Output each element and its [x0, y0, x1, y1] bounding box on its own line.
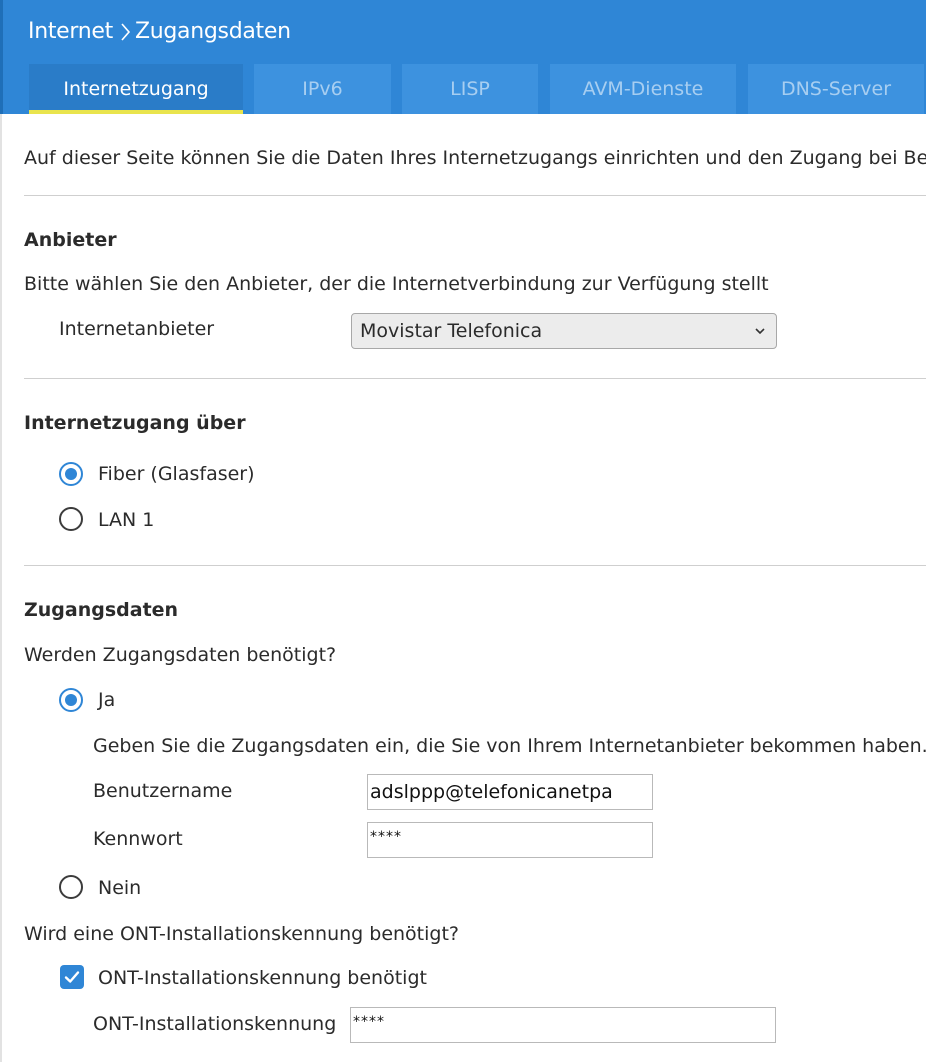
- provider-field-label: Internetanbieter: [59, 318, 215, 340]
- divider: [24, 195, 926, 196]
- section-heading-access: Internetzugang über: [24, 412, 246, 434]
- ont-field-label: ONT-Installationskennung: [93, 1013, 337, 1035]
- provider-select[interactable]: Movistar Telefonica: [351, 313, 777, 349]
- provider-select-value: Movistar Telefonica: [360, 320, 543, 342]
- radio-yes[interactable]: [59, 688, 83, 712]
- radio-yes-label: Ja: [98, 689, 116, 711]
- radio-fiber[interactable]: [59, 462, 83, 486]
- radio-lan1[interactable]: [59, 507, 83, 531]
- password-label: Kennwort: [93, 828, 183, 850]
- breadcrumb-current: Zugangsdaten: [134, 19, 291, 44]
- radio-no[interactable]: [59, 875, 83, 899]
- divider: [24, 565, 926, 566]
- tab-ipv6[interactable]: IPv6: [254, 64, 391, 114]
- breadcrumb-parent[interactable]: Internet: [28, 19, 113, 44]
- checkmark-icon: [64, 971, 80, 983]
- credentials-question: Werden Zugangsdaten benötigt?: [24, 644, 337, 666]
- radio-fiber-label: Fiber (Glasfaser): [98, 463, 255, 485]
- tab-dns-server[interactable]: DNS-Server: [748, 64, 924, 114]
- radio-lan1-label: LAN 1: [98, 509, 155, 531]
- credentials-hint: Geben Sie die Zugangsdaten ein, die Sie …: [93, 735, 926, 757]
- radio-no-label: Nein: [98, 877, 142, 899]
- section-heading-credentials: Zugangsdaten: [24, 599, 179, 621]
- provider-description: Bitte wählen Sie den Anbieter, der die I…: [24, 273, 769, 295]
- ont-input[interactable]: ****: [350, 1007, 776, 1043]
- tab-bar: Internetzugang IPv6 LISP: [29, 64, 549, 114]
- username-input[interactable]: adslppp@telefonicanetpa: [367, 774, 653, 810]
- intro-text: Auf dieser Seite können Sie die Daten Ih…: [24, 147, 926, 169]
- divider: [24, 378, 926, 379]
- section-heading-provider: Anbieter: [24, 229, 117, 251]
- page-header: Internet Zugangsdaten Internetzugang IPv…: [0, 0, 926, 114]
- main-content: [0, 114, 926, 1062]
- ont-question: Wird eine ONT-Installationskennung benöt…: [24, 923, 460, 945]
- ont-checkbox-label: ONT-Installationskennung benötigt: [98, 967, 427, 989]
- breadcrumb-chevron-icon: [121, 22, 131, 41]
- breadcrumb: Internet Zugangsdaten: [28, 19, 291, 44]
- tab-internetzugang[interactable]: Internetzugang: [29, 64, 243, 114]
- tab-avm-dienste[interactable]: AVM-Dienste: [550, 64, 736, 114]
- ont-required-checkbox[interactable]: [60, 965, 84, 989]
- password-input[interactable]: ****: [367, 822, 653, 858]
- chevron-down-icon: [755, 328, 765, 335]
- tab-lisp[interactable]: LISP: [402, 64, 538, 114]
- username-label: Benutzername: [93, 780, 233, 802]
